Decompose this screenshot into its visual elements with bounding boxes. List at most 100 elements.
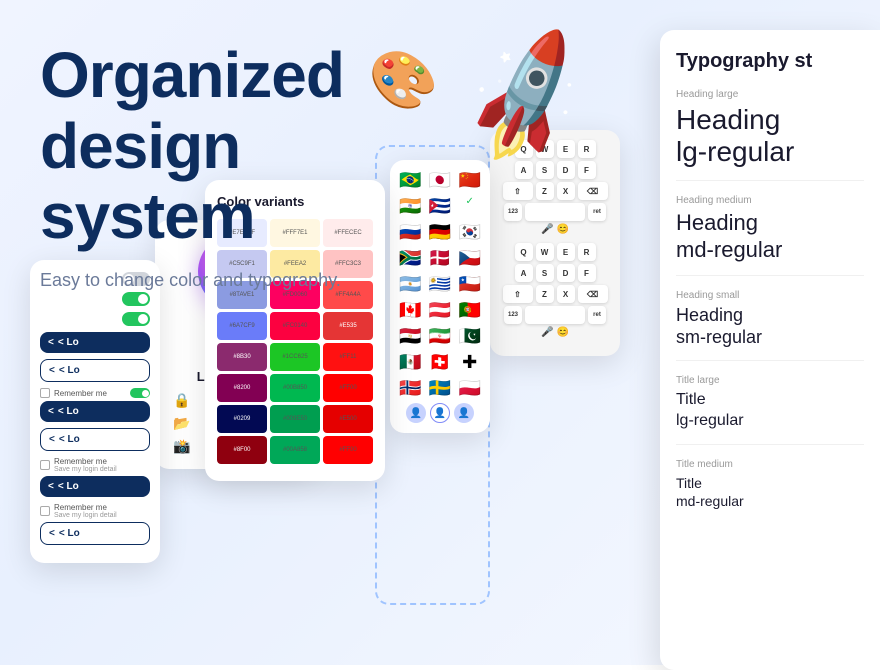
swatch-5-1: #8B30 [217,343,267,371]
kb-key-z2[interactable]: Z [536,285,554,303]
kb-key-x2[interactable]: X [557,285,575,303]
typo-section-title-large: Title large Titlelg-regular [676,375,864,445]
kb-emoji-mic: 🎤 [541,224,553,235]
flag-ch: 🇨🇭 [428,352,453,373]
kb-key-z[interactable]: Z [536,182,554,200]
kb-emoji-row-1: 🎤 😊 [498,224,612,235]
icon-folder-open: 📂 [167,415,197,432]
swatch-7-1: #0209 [217,405,267,433]
kb-emoji-smiley: 😊 [557,224,569,235]
login-button-outline-3[interactable]: < < Lo [40,522,150,545]
kb-key-e2[interactable]: E [557,243,575,261]
kb-key-x[interactable]: X [557,182,575,200]
arrow-icon-2: < [49,365,55,376]
checkbox-1[interactable] [40,388,50,398]
flag-plus: ✚ [457,352,482,373]
icon-photo: 📸 [167,438,197,455]
kb-key-123-2[interactable]: 123 [504,306,522,324]
kb-key-s2[interactable]: S [536,264,554,282]
typo-section-heading-small: Heading small Headingsm-regular [676,290,864,361]
kb-key-shift-2[interactable]: ⇧ [503,285,533,303]
swatch-8-1: #8F00 [217,436,267,464]
swatch-7-3: #E500 [323,405,373,433]
kb-emoji-mic2: 🎤 [541,327,553,338]
flag-pt: 🇵🇹 [457,300,482,321]
flag-pl: 🇵🇱 [457,378,482,399]
remember-toggle-1[interactable] [130,388,150,398]
avatar-3: 👤 [454,403,474,423]
login-btn-label-5: < Lo [58,481,79,492]
typo-text-title-medium: Titlemd-regular [676,474,864,510]
remember-row-2: Remember me Save my login detail [40,457,150,473]
kb-key-return-1[interactable]: ret [588,203,606,221]
kb-key-shift-1[interactable]: ⇧ [503,182,533,200]
kb-key-f[interactable]: F [578,161,596,179]
kb-key-w2[interactable]: W [536,243,554,261]
kb-row-1-4: 123 ret [498,203,612,221]
color-row-8: #8F00 #00A858 #FF00 [217,436,373,464]
kb-key-d2[interactable]: D [557,264,575,282]
login-button-1[interactable]: < < Lo [40,332,150,353]
toggle-row-2 [40,292,150,306]
typography-header: Typography st [676,50,864,73]
kb-key-space-2[interactable] [525,306,585,324]
kb-key-del-2[interactable]: ⌫ [578,285,608,303]
checkbox-3[interactable] [40,506,50,516]
swatch-4-3: #E535 [323,312,373,340]
kb-key-a2[interactable]: A [515,264,533,282]
swatch-4-2: #FC0140 [270,312,320,340]
kb-key-del-1[interactable]: ⌫ [578,182,608,200]
kb-emoji-smiley2: 😊 [557,327,569,338]
kb-row-2-3: ⇧ Z X ⌫ [498,285,612,303]
login-button-outline-1[interactable]: < < Lo [40,359,150,382]
swatch-8-3: #FF00 [323,436,373,464]
kb-row-2-4: 123 ret [498,306,612,324]
login-button-outline-2[interactable]: < < Lo [40,428,150,451]
swatch-5-2: #1CC625 [270,343,320,371]
kb-key-s[interactable]: S [536,161,554,179]
login-button-3[interactable]: < < Lo [40,476,150,497]
kb-key-d[interactable]: D [557,161,575,179]
kb-emoji-row-2: 🎤 😊 [498,327,612,338]
typo-text-title-large: Titlelg-regular [676,390,864,432]
swatch-7-2: #009E50 [270,405,320,433]
kb-key-123-1[interactable]: 123 [504,203,522,221]
avatar-row: 👤 👤 👤 [398,403,482,423]
kb-row-2-2: A S D F [498,264,612,282]
remember-row-1: Remember me [40,388,150,398]
swatch-4-1: #6A7CF9 [217,312,267,340]
kb-row-1-3: ⇧ Z X ⌫ [498,182,612,200]
flag-at: 🇦🇹 [428,300,453,321]
login-button-2[interactable]: < < Lo [40,401,150,422]
kb-key-space-1[interactable] [525,203,585,221]
typography-card: Typography st Heading large Headinglg-re… [660,30,880,670]
hero-title: Organized 🎨 design system [40,40,470,252]
typo-text-heading-small: Headingsm-regular [676,305,864,348]
login-btn-label-3: < Lo [58,406,79,417]
checkbox-2[interactable] [40,460,50,470]
save-text-2: Save my login detail [54,512,117,519]
typo-label-heading-large: Heading large [676,89,864,100]
toggle-on-1[interactable] [122,292,150,306]
kb-key-return-2[interactable]: ret [588,306,606,324]
avatar-1: 👤 [406,403,426,423]
kb-key-r1[interactable]: R [578,140,596,158]
typo-label-heading-medium: Heading medium [676,195,864,206]
flag-eg: 🇪🇬 [398,326,423,347]
typo-label-title-medium: Title medium [676,459,864,470]
avatar-2: 👤 [430,403,450,423]
color-row-7: #0209 #009E50 #E500 [217,405,373,433]
login-btn-label-4: < Lo [59,434,80,445]
typo-text-heading-large: Headinglg-regular [676,104,864,168]
flag-no: 🇳🇴 [398,378,423,399]
typo-text-heading-medium: Headingmd-regular [676,210,864,263]
kb-key-r2[interactable]: R [578,243,596,261]
swatch-6-2: #00B850 [270,374,320,402]
flag-ca: 🇨🇦 [398,300,423,321]
toggle-on-2[interactable] [122,312,150,326]
kb-key-f2[interactable]: F [578,264,596,282]
kb-key-q2[interactable]: Q [515,243,533,261]
login-card: < < Lo < < Lo Remember me < < Lo < < Lo … [30,260,160,563]
remember-text-1: Remember me [54,389,107,398]
flag-se: 🇸🇪 [428,378,453,399]
